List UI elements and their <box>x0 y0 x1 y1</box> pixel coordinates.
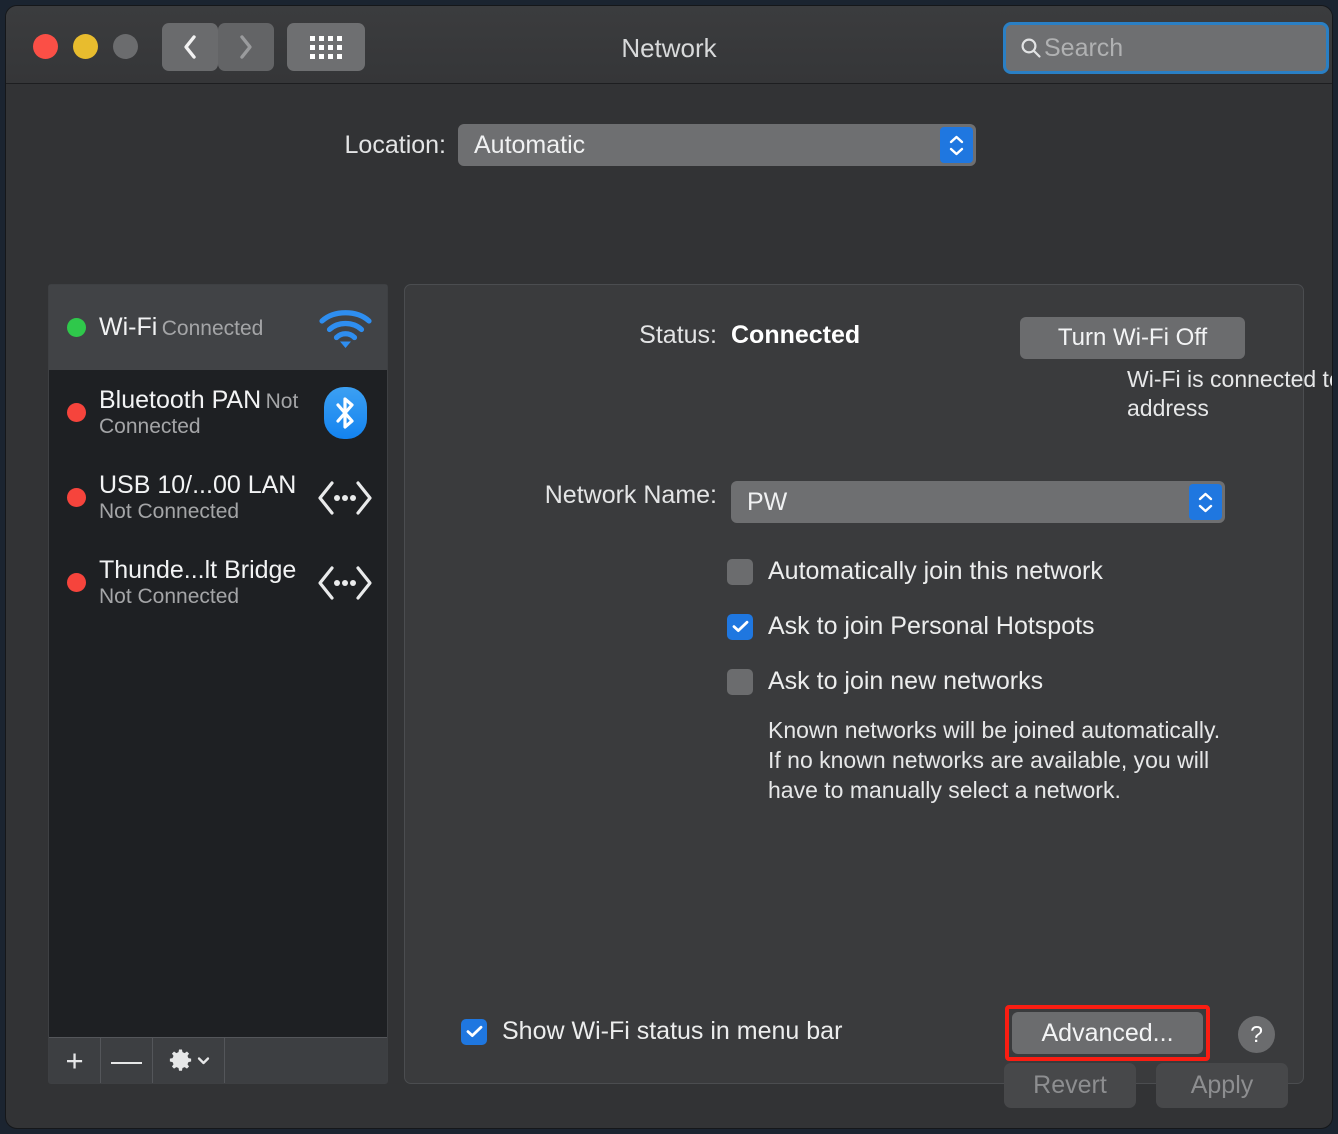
sidebar-item-thunderbolt-bridge[interactable]: Thunde...lt Bridge Not Connected <box>49 540 387 625</box>
sidebar-item-bluetooth-pan[interactable]: Bluetooth PAN Not Connected <box>49 370 387 455</box>
interface-name: Thunde...lt Bridge <box>99 555 297 584</box>
status-value: Connected <box>731 321 861 349</box>
remove-interface-button[interactable]: — <box>101 1038 153 1083</box>
status-description: Wi-Fi is connected to PW and has the IP … <box>1127 366 1332 422</box>
gear-icon <box>169 1049 191 1071</box>
interface-name: Wi-Fi <box>99 313 158 342</box>
interface-name: USB 10/...00 LAN <box>99 470 297 499</box>
wifi-detail-panel: Status: Connected Turn Wi-Fi Off Wi-Fi i… <box>404 284 1332 1084</box>
status-indicator-disconnected <box>67 403 86 422</box>
advanced-button[interactable]: Advanced... <box>1012 1012 1203 1054</box>
show-wifi-status-label: Show Wi-Fi status in menu bar <box>502 1017 843 1045</box>
search-container <box>1003 22 1332 74</box>
apply-button[interactable]: Apply <box>1156 1063 1288 1108</box>
checkbox-row-personal-hotspots[interactable]: Ask to join Personal Hotspots <box>727 612 1238 641</box>
interface-status: Not Connected <box>99 499 240 523</box>
checkbox-row-new-networks[interactable]: Ask to join new networks <box>727 667 1238 696</box>
footer-actions: Revert Apply <box>1004 1063 1288 1108</box>
checkmark-icon <box>732 620 748 632</box>
personal-hotspots-checkbox[interactable] <box>727 613 753 640</box>
network-name-value: PW <box>747 487 788 516</box>
auto-join-label: Automatically join this network <box>768 557 1103 585</box>
help-button[interactable]: ? <box>1238 1016 1275 1053</box>
bluetooth-icon-wrap <box>315 386 375 439</box>
new-networks-checkbox[interactable] <box>727 668 753 695</box>
sidebar-item-usb-lan[interactable]: USB 10/...00 LAN Not Connected <box>49 455 387 540</box>
location-select[interactable]: Automatic <box>458 124 976 166</box>
auto-join-checkbox[interactable] <box>727 558 753 585</box>
location-value: Automatic <box>474 130 586 159</box>
checkmark-icon <box>466 1025 482 1037</box>
network-name-select[interactable]: PW <box>731 481 1225 523</box>
checkbox-row-show-status[interactable]: Show Wi-Fi status in menu bar <box>461 1017 842 1046</box>
network-name-label: Network Name: <box>544 481 717 509</box>
show-wifi-status-checkbox[interactable] <box>461 1018 487 1045</box>
interface-status: Connected <box>161 317 264 341</box>
sidebar-toolbar-spacer <box>225 1038 387 1083</box>
network-interface-sidebar: Wi-Fi Connected Bluetooth PAN Not Connec… <box>48 284 388 1084</box>
location-row: Location: Automatic <box>6 124 1332 166</box>
interface-status: Not Connected <box>99 584 240 608</box>
network-interface-list: Wi-Fi Connected Bluetooth PAN Not Connec… <box>49 285 387 1037</box>
interface-text: USB 10/...00 LAN Not Connected <box>99 471 315 524</box>
personal-hotspots-label: Ask to join Personal Hotspots <box>768 612 1095 640</box>
bluetooth-icon <box>323 386 367 439</box>
advanced-button-highlight: Advanced... <box>1005 1005 1210 1061</box>
status-indicator-connected <box>67 318 86 337</box>
new-networks-label: Ask to join new networks <box>768 667 1044 695</box>
search-input[interactable] <box>1044 33 1299 63</box>
status-label: Status: <box>639 321 717 349</box>
interface-text: Thunde...lt Bridge Not Connected <box>99 556 315 609</box>
wifi-icon-wrap <box>315 307 375 349</box>
sidebar-item-wifi[interactable]: Wi-Fi Connected <box>49 285 387 370</box>
location-label: Location: <box>344 130 446 159</box>
window-titlebar: Network <box>6 6 1332 84</box>
ethernet-icon <box>318 480 372 515</box>
revert-button[interactable]: Revert <box>1004 1063 1136 1108</box>
plus-icon: + <box>65 1043 84 1078</box>
chevron-up-icon <box>1198 492 1213 500</box>
checkbox-row-auto-join[interactable]: Automatically join this network <box>727 557 1238 586</box>
preferences-content: Location: Automatic Wi-Fi Connected Blue… <box>6 84 1332 1127</box>
chevron-down-icon <box>197 1057 209 1065</box>
chevron-down-icon <box>949 147 964 155</box>
interface-text: Wi-Fi Connected <box>99 313 315 341</box>
interface-name: Bluetooth PAN <box>99 385 262 414</box>
status-indicator-disconnected <box>67 573 86 592</box>
network-name-row: Network Name: PW <box>405 481 1303 523</box>
wifi-options-note: Known networks will be joined automatica… <box>768 717 1221 803</box>
network-preferences-window: Network Location: Automatic <box>6 6 1332 1128</box>
ethernet-icon-wrap <box>315 563 375 603</box>
location-stepper[interactable] <box>940 127 973 163</box>
minus-icon: — <box>111 1043 142 1078</box>
wifi-icon <box>318 309 372 348</box>
detail-panel-footer: Show Wi-Fi status in menu bar Advanced..… <box>405 1005 1303 1061</box>
interface-actions-button[interactable] <box>153 1038 225 1083</box>
interface-text: Bluetooth PAN Not Connected <box>99 386 315 439</box>
wifi-options-group: Automatically join this network Ask to j… <box>727 557 1238 806</box>
turn-wifi-off-button[interactable]: Turn Wi-Fi Off <box>1020 317 1245 359</box>
chevron-up-icon <box>949 135 964 143</box>
chevron-down-icon <box>1198 504 1213 512</box>
search-field[interactable] <box>1003 22 1329 74</box>
search-icon <box>1021 38 1041 58</box>
status-indicator-disconnected <box>67 488 86 507</box>
add-interface-button[interactable]: + <box>49 1038 101 1083</box>
sidebar-toolbar: + — <box>49 1037 387 1083</box>
ethernet-icon <box>318 565 372 600</box>
ethernet-icon-wrap <box>315 478 375 518</box>
network-name-stepper[interactable] <box>1189 484 1222 520</box>
